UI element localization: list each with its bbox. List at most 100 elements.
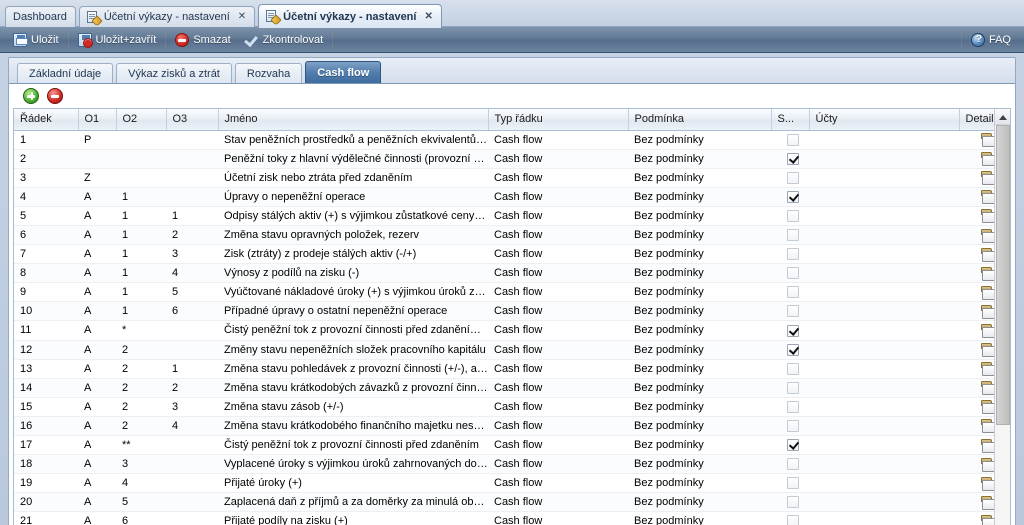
table-row[interactable]: 11 A * Čistý peněžní tok z provozní činnost… bbox=[14, 320, 994, 341]
cell-detail[interactable] bbox=[959, 206, 994, 226]
cell-podminka[interactable]: Bez podmínky bbox=[628, 168, 771, 188]
cell-detail[interactable] bbox=[959, 244, 994, 265]
folder-icon[interactable] bbox=[980, 285, 994, 300]
cell-typ[interactable]: Cash flow bbox=[488, 454, 628, 475]
cell-o3[interactable] bbox=[166, 187, 218, 207]
column-header-radek[interactable]: Řádek bbox=[14, 109, 79, 131]
cell-o2[interactable]: 1 bbox=[116, 263, 166, 284]
cell-o3[interactable]: 1 bbox=[166, 359, 218, 379]
cell-o1[interactable]: A bbox=[78, 244, 116, 265]
checkbox-s[interactable] bbox=[787, 286, 799, 299]
cell-o2[interactable]: 1 bbox=[116, 187, 166, 207]
cell-s[interactable] bbox=[771, 130, 809, 150]
cell-podminka[interactable]: Bez podmínky bbox=[628, 225, 771, 246]
column-header-o1[interactable]: O1 bbox=[78, 109, 117, 131]
table-row[interactable]: 15 A 2 3 Změna stavu zásob (+/-) Cash flow Bez… bbox=[14, 397, 994, 417]
cell-jmeno[interactable]: Změna stavu pohledávek z provozní činnos… bbox=[218, 359, 488, 379]
save-button[interactable]: Uložit bbox=[6, 30, 66, 50]
cell-ucty[interactable] bbox=[809, 282, 959, 303]
cell-typ[interactable]: Cash flow bbox=[488, 511, 628, 525]
cell-radek[interactable]: 14 bbox=[14, 378, 78, 398]
cell-jmeno[interactable]: Změna stavu krátkodobých závazků z provo… bbox=[218, 378, 488, 398]
cell-s[interactable] bbox=[771, 454, 809, 475]
cell-ucty[interactable] bbox=[809, 511, 959, 525]
table-row[interactable]: 21 A 6 Přijaté podíly na zisku (+) Cash flow… bbox=[14, 511, 994, 525]
cell-o1[interactable]: A bbox=[78, 416, 116, 437]
cell-podminka[interactable]: Bez podmínky bbox=[628, 130, 771, 150]
folder-icon[interactable] bbox=[980, 266, 994, 281]
cell-typ[interactable]: Cash flow bbox=[488, 149, 628, 169]
cell-detail[interactable] bbox=[959, 282, 994, 303]
cell-o3[interactable]: 3 bbox=[166, 397, 218, 417]
add-row-icon[interactable] bbox=[23, 87, 39, 104]
column-header-typ-radku[interactable]: Typ řádku bbox=[488, 109, 629, 131]
cell-ucty[interactable] bbox=[809, 168, 959, 188]
cell-o2[interactable]: 2 bbox=[116, 359, 166, 379]
cell-o2[interactable]: 1 bbox=[116, 244, 166, 265]
cell-typ[interactable]: Cash flow bbox=[488, 206, 628, 226]
window-tab-ucetni-vykazy-2[interactable]: Účetní výkazy - nastavení ✕ bbox=[258, 4, 442, 28]
column-header-s[interactable]: S... bbox=[771, 109, 810, 131]
cell-ucty[interactable] bbox=[809, 454, 959, 475]
cell-o1[interactable]: A bbox=[78, 340, 116, 360]
folder-icon[interactable] bbox=[980, 209, 994, 224]
vertical-scrollbar[interactable] bbox=[994, 109, 1010, 525]
folder-icon[interactable] bbox=[980, 228, 994, 243]
cell-o2[interactable]: 1 bbox=[116, 282, 166, 303]
cell-s[interactable] bbox=[771, 359, 809, 379]
cell-typ[interactable]: Cash flow bbox=[488, 435, 628, 456]
cell-typ[interactable]: Cash flow bbox=[488, 340, 628, 360]
table-row[interactable]: 19 A 4 Přijaté úroky (+) Cash flow Bez podmín… bbox=[14, 473, 994, 494]
folder-icon[interactable] bbox=[980, 476, 994, 491]
table-row[interactable]: 4 A 1 Úpravy o nepeněžní operace Cash flow Be… bbox=[14, 187, 994, 207]
cell-detail[interactable] bbox=[959, 397, 994, 417]
folder-icon[interactable] bbox=[980, 152, 994, 167]
cell-radek[interactable]: 3 bbox=[14, 168, 78, 188]
cell-o3[interactable] bbox=[166, 473, 218, 494]
cell-o3[interactable] bbox=[166, 454, 218, 475]
cell-o3[interactable]: 1 bbox=[166, 206, 218, 226]
cell-ucty[interactable] bbox=[809, 301, 959, 322]
cell-typ[interactable]: Cash flow bbox=[488, 168, 628, 188]
cell-o2[interactable]: * bbox=[116, 320, 166, 341]
cell-s[interactable] bbox=[771, 435, 809, 456]
cell-detail[interactable] bbox=[959, 378, 994, 398]
cell-podminka[interactable]: Bez podmínky bbox=[628, 282, 771, 303]
cell-o3[interactable] bbox=[166, 168, 218, 188]
cell-o2[interactable]: 1 bbox=[116, 225, 166, 246]
cell-typ[interactable]: Cash flow bbox=[488, 282, 628, 303]
table-row[interactable]: 6 A 1 2 Změna stavu opravných položek, rezer… bbox=[14, 225, 994, 246]
cell-o3[interactable]: 2 bbox=[166, 378, 218, 398]
cell-podminka[interactable]: Bez podmínky bbox=[628, 435, 771, 456]
cell-o2[interactable] bbox=[116, 168, 166, 188]
close-icon[interactable]: ✕ bbox=[424, 11, 432, 22]
cell-radek[interactable]: 18 bbox=[14, 454, 78, 475]
cell-radek[interactable]: 12 bbox=[14, 340, 78, 360]
cell-s[interactable] bbox=[771, 225, 809, 246]
column-header-podminka[interactable]: Podmínka bbox=[628, 109, 772, 131]
cell-s[interactable] bbox=[771, 320, 809, 341]
checkbox-s[interactable] bbox=[787, 362, 799, 375]
cell-s[interactable] bbox=[771, 263, 809, 284]
column-header-o2[interactable]: O2 bbox=[116, 109, 167, 131]
cell-detail[interactable] bbox=[959, 340, 994, 360]
cell-o1[interactable]: A bbox=[78, 454, 116, 475]
cell-detail[interactable] bbox=[959, 168, 994, 188]
cell-ucty[interactable] bbox=[809, 397, 959, 417]
cell-ucty[interactable] bbox=[809, 378, 959, 398]
cell-s[interactable] bbox=[771, 206, 809, 226]
scrollbar-thumb[interactable] bbox=[996, 125, 1010, 425]
cell-podminka[interactable]: Bez podmínky bbox=[628, 378, 771, 398]
cell-typ[interactable]: Cash flow bbox=[488, 378, 628, 398]
cell-radek[interactable]: 17 bbox=[14, 435, 78, 456]
table-row[interactable]: 18 A 3 Vyplacené úroky s výjimkou úroků zah… bbox=[14, 454, 994, 475]
checkbox-s[interactable] bbox=[787, 439, 799, 452]
cell-o1[interactable]: A bbox=[78, 206, 116, 226]
cell-jmeno[interactable]: Změna stavu opravných položek, rezerv bbox=[218, 225, 488, 246]
folder-icon[interactable] bbox=[980, 343, 994, 358]
cell-jmeno[interactable]: Vyplacené úroky s výjimkou úroků zahrnov… bbox=[218, 454, 488, 475]
cell-ucty[interactable] bbox=[809, 340, 959, 360]
cell-ucty[interactable] bbox=[809, 359, 959, 379]
window-tab-ucetni-vykazy-1[interactable]: Účetní výkazy - nastavení ✕ bbox=[78, 6, 256, 27]
cell-radek[interactable]: 15 bbox=[14, 397, 78, 417]
